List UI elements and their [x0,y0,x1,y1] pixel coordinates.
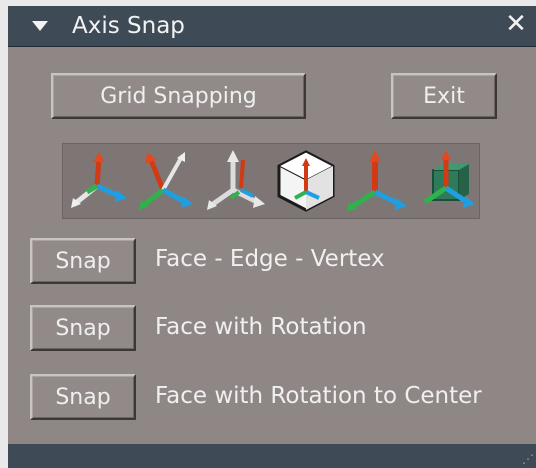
snap-button-face-with-rotation[interactable]: Snap [30,305,136,351]
axis-move-icon[interactable] [343,148,409,214]
snap-label: Snap [55,315,111,341]
snap-mode-toolbar [62,143,480,219]
exit-button[interactable]: Exit [391,73,497,119]
axis-snap-window: Axis Snap ✕ Grid Snapping Exit Snap Face… [8,6,536,468]
window-title: Axis Snap [72,13,185,39]
collapse-arrow-icon[interactable] [32,21,48,31]
axis-gizmo-icon[interactable] [65,148,131,214]
snap-button-face-rotation-center[interactable]: Snap [30,374,136,420]
title-bar[interactable]: Axis Snap ✕ [8,6,536,47]
axis-tilted-icon[interactable] [133,148,199,214]
axis-box-icon[interactable] [413,148,479,214]
snap-option-face-with-rotation: Face with Rotation [155,314,367,340]
exit-label: Exit [423,83,465,109]
snap-label: Snap [55,384,111,410]
grid-snapping-button[interactable]: Grid Snapping [51,73,306,119]
snap-label: Snap [55,248,111,274]
axis-grey-icon[interactable] [203,148,269,214]
cube-axis-icon[interactable] [273,148,339,214]
close-icon[interactable]: ✕ [504,10,528,38]
grid-snapping-label: Grid Snapping [100,83,257,109]
resize-grip-icon[interactable]: ⋰ [522,452,534,466]
snap-option-face-edge-vertex: Face - Edge - Vertex [155,246,385,272]
status-bar: ⋰ [8,444,536,468]
snap-button-face-edge-vertex[interactable]: Snap [30,238,136,284]
snap-option-face-rotation-center: Face with Rotation to Center [155,383,482,409]
